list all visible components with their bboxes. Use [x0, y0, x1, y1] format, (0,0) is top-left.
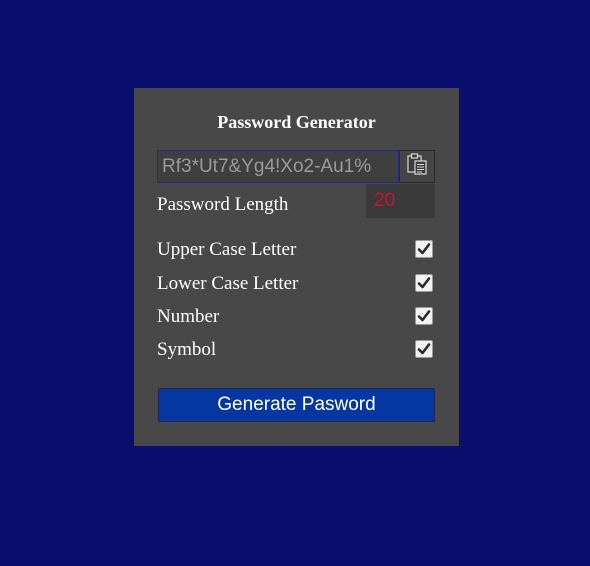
option-symbol-label: Symbol — [157, 339, 217, 360]
check-icon — [417, 277, 431, 289]
uppercase-checkbox[interactable] — [415, 240, 433, 258]
password-output-row: Rf3*Ut7&Yg4!Xo2-Au1% — [157, 150, 435, 183]
password-length-label: Password Length — [157, 194, 289, 215]
copy-button[interactable] — [399, 150, 435, 183]
generate-password-button[interactable]: Generate Pasword — [158, 388, 435, 422]
check-icon — [417, 310, 431, 322]
password-output-field[interactable]: Rf3*Ut7&Yg4!Xo2-Au1% — [157, 150, 399, 183]
symbol-checkbox[interactable] — [415, 340, 433, 358]
option-uppercase-label: Upper Case Letter — [157, 239, 297, 260]
password-generator-card: Password Generator Rf3*Ut7&Yg4!Xo2-Au1% … — [134, 88, 459, 446]
check-icon — [417, 343, 431, 355]
page-title: Password Generator — [217, 112, 376, 132]
option-number-label: Number — [157, 306, 220, 327]
number-checkbox[interactable] — [415, 307, 433, 325]
password-length-input[interactable]: 20 — [366, 184, 435, 218]
lowercase-checkbox[interactable] — [415, 274, 433, 292]
clipboard-icon — [406, 152, 428, 181]
option-lowercase-label: Lower Case Letter — [157, 273, 299, 294]
check-icon — [417, 243, 431, 255]
